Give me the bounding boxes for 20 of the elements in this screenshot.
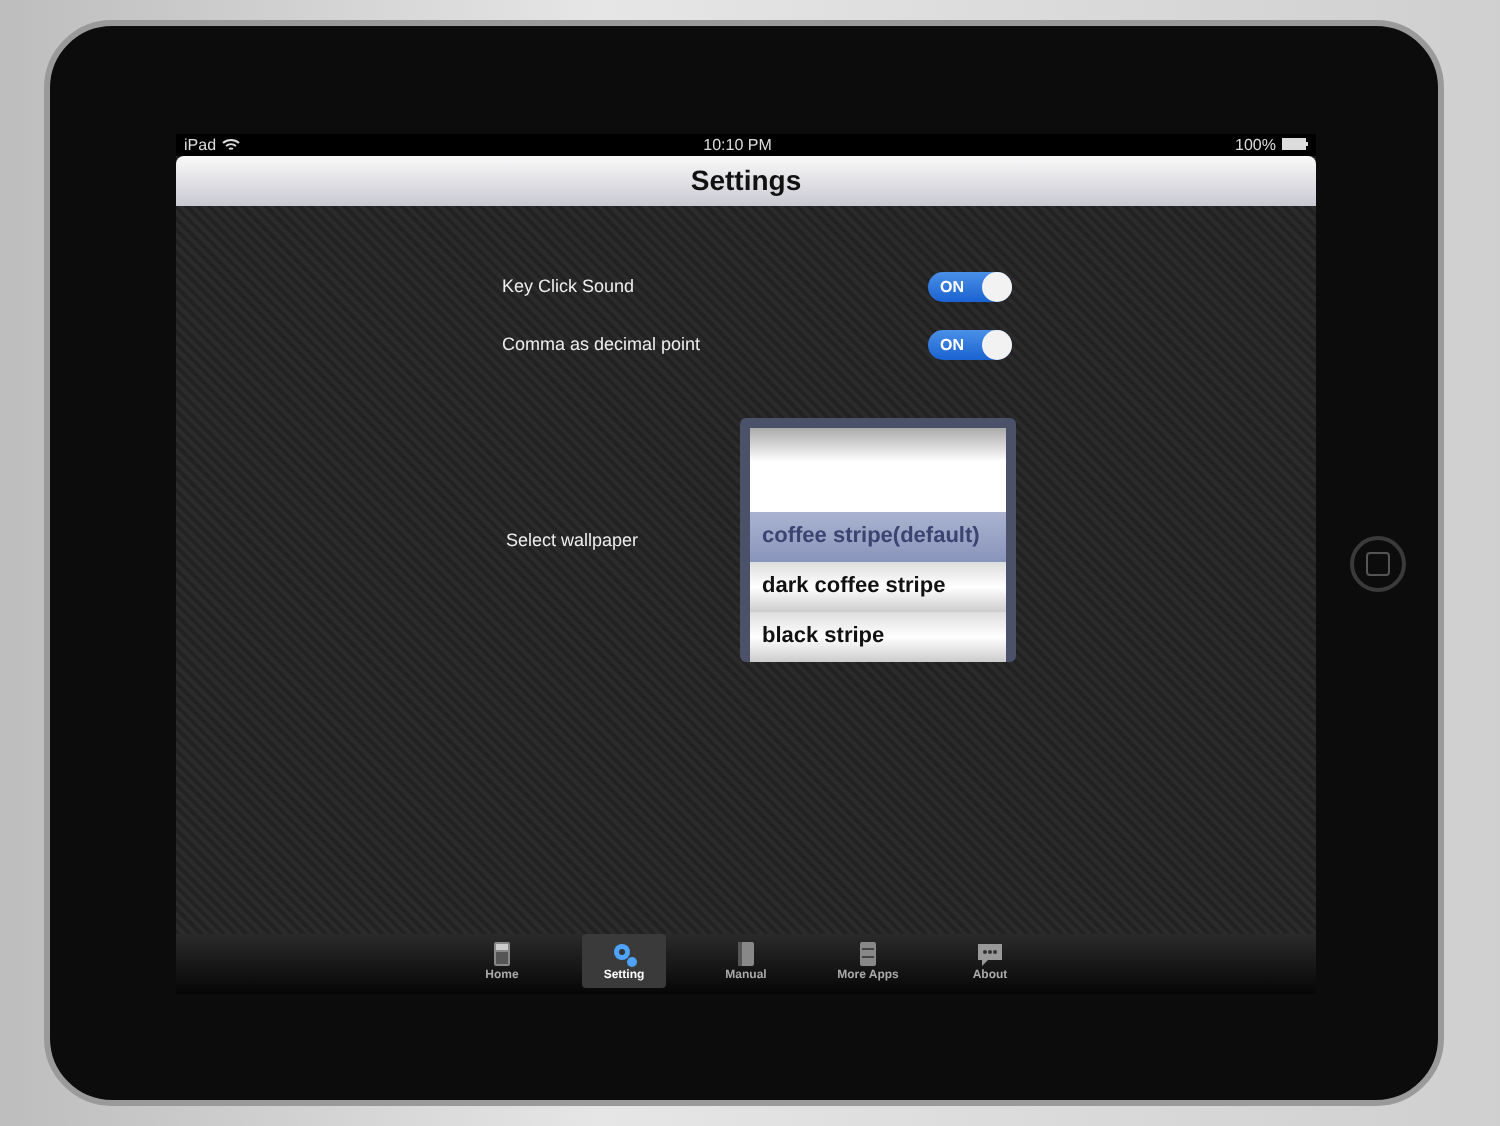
cabinet-icon: [854, 939, 882, 967]
nav-title: Settings: [690, 164, 802, 196]
picker-option[interactable]: coffee stripe(default): [750, 511, 1006, 561]
status-time: 10:10 PM: [703, 135, 772, 153]
setting-label: Select wallpaper: [504, 529, 641, 549]
home-button[interactable]: [1349, 535, 1405, 591]
calculator-icon: [488, 939, 516, 967]
toggle-switch[interactable]: ON: [928, 329, 1012, 359]
speech-bubble-icon: [976, 939, 1004, 967]
book-icon: [732, 939, 760, 967]
picker-option[interactable]: dark coffee stripe: [750, 561, 1006, 611]
setting-label: Comma as decimal point: [502, 334, 703, 354]
battery-percent: 100%: [1235, 135, 1276, 153]
setting-label: Key Click Sound: [502, 276, 637, 296]
picker-option[interactable]: black stripe: [750, 611, 1006, 661]
device-name: iPad: [184, 135, 217, 153]
wallpaper-picker[interactable]: coffee stripe(default) dark coffee stripe black stripe: [740, 417, 1016, 661]
battery-icon: [1281, 138, 1308, 150]
toggle-switch[interactable]: ON: [928, 271, 1012, 301]
wifi-icon: [222, 137, 241, 151]
